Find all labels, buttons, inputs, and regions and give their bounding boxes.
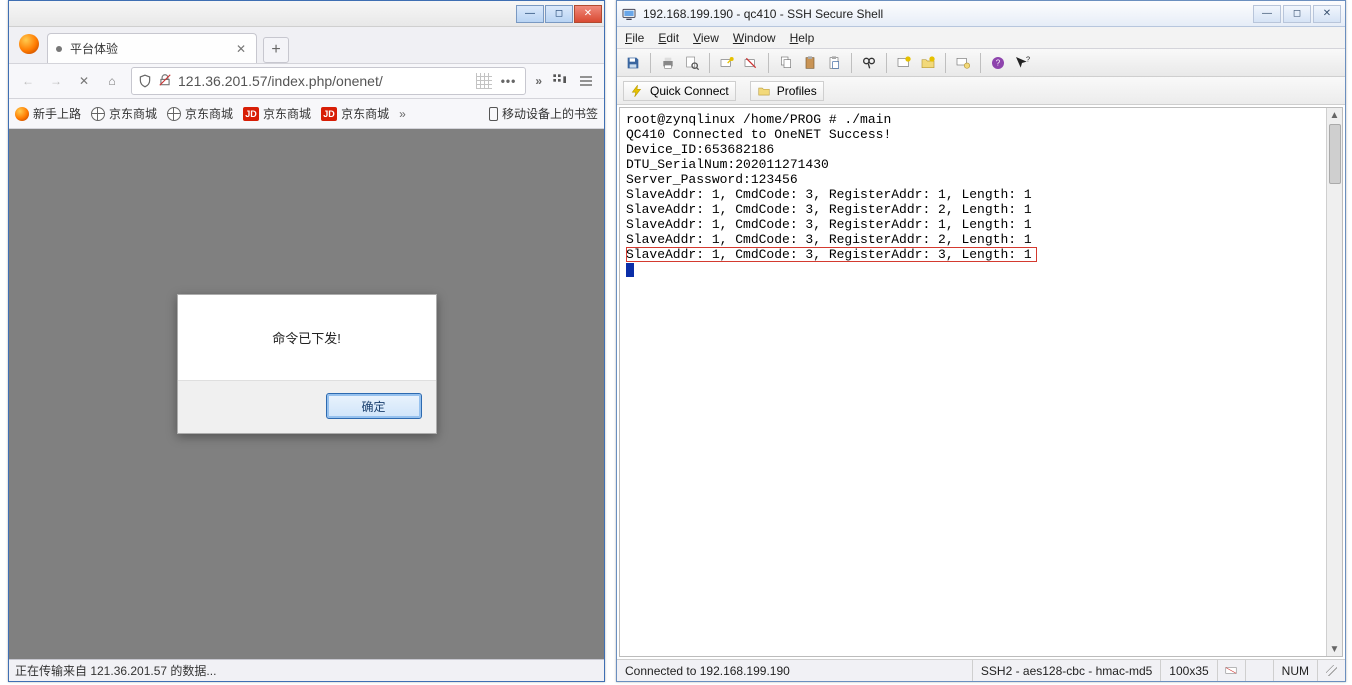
resize-grip[interactable]: [1317, 660, 1345, 681]
tab-title: 平台体验: [70, 40, 118, 57]
browser-titlebar: — ◻ ✕: [9, 1, 604, 27]
insecure-lock-icon: [158, 73, 172, 90]
mobile-icon: [489, 107, 498, 121]
qr-icon[interactable]: [476, 73, 492, 89]
bookmarks-bar: 新手上路 京东商城 京东商城 JD京东商城 JD京东商城 » 移动设备上的书签: [9, 99, 604, 129]
page-actions-icon[interactable]: •••: [498, 74, 520, 88]
jd-icon: JD: [243, 107, 259, 121]
copy-icon[interactable]: [776, 53, 796, 73]
disconnect-icon[interactable]: [741, 53, 761, 73]
terminal-output[interactable]: root@zynqlinux /home/PROG # ./main QC410…: [620, 108, 1326, 656]
dialog-message: 命令已下发!: [178, 295, 436, 381]
menu-file[interactable]: File: [625, 31, 644, 45]
settings-icon[interactable]: [953, 53, 973, 73]
profiles-button[interactable]: Profiles: [750, 81, 824, 101]
status-cipher: SSH2 - aes128-cbc - hmac-md5: [972, 660, 1160, 681]
url-box[interactable]: 121.36.201.57/index.php/onenet/ •••: [131, 67, 526, 95]
quick-connect-button[interactable]: Quick Connect: [623, 81, 736, 101]
minimize-button[interactable]: —: [516, 5, 544, 23]
browser-window: — ◻ ✕ 平台体验 ✕ + ← → ✕ ⌂ 121.36.201.57/ind…: [8, 0, 605, 682]
status-num: NUM: [1273, 660, 1317, 681]
jd-icon: JD: [321, 107, 337, 121]
url-text: 121.36.201.57/index.php/onenet/: [178, 73, 383, 89]
address-bar: ← → ✕ ⌂ 121.36.201.57/index.php/onenet/ …: [9, 63, 604, 99]
save-icon[interactable]: [623, 53, 643, 73]
tab-strip: 平台体验 ✕ +: [9, 27, 604, 63]
home-button[interactable]: ⌂: [99, 68, 125, 94]
scroll-thumb[interactable]: [1329, 124, 1341, 184]
close-button[interactable]: ✕: [574, 5, 602, 23]
bookmark-jd-4[interactable]: JD京东商城: [321, 105, 389, 122]
browser-tab[interactable]: 平台体验 ✕: [47, 33, 257, 63]
help-icon[interactable]: ?: [988, 53, 1008, 73]
maximize-button[interactable]: ◻: [1283, 5, 1311, 23]
scrollbar[interactable]: ▲ ▼: [1326, 108, 1342, 656]
forward-button[interactable]: →: [43, 68, 69, 94]
connect-icon[interactable]: [717, 53, 737, 73]
bookmark-jd-1[interactable]: 京东商城: [91, 105, 157, 122]
status-connected: Connected to 192.168.199.190: [617, 660, 917, 681]
print-preview-icon[interactable]: [682, 53, 702, 73]
shield-icon: [138, 74, 152, 88]
scroll-up-icon[interactable]: ▲: [1328, 108, 1342, 122]
bookmark-jd-3[interactable]: JD京东商城: [243, 105, 311, 122]
new-file-transfer-icon[interactable]: [918, 53, 938, 73]
close-button[interactable]: ✕: [1313, 5, 1341, 23]
ssh-toolbar: ? ?: [617, 49, 1345, 77]
menu-window[interactable]: Window: [733, 31, 776, 45]
bookmark-getting-started[interactable]: 新手上路: [15, 105, 81, 122]
svg-text:?: ?: [1026, 55, 1030, 64]
ok-button[interactable]: 确定: [326, 393, 422, 419]
ssh-status-bar: Connected to 192.168.199.190 SSH2 - aes1…: [617, 659, 1345, 681]
browser-status-bar: 正在传输来自 121.36.201.57 的数据...: [9, 659, 604, 681]
paste-icon[interactable]: [800, 53, 820, 73]
bookmark-jd-2[interactable]: 京东商城: [167, 105, 233, 122]
stop-button[interactable]: ✕: [71, 68, 97, 94]
terminal-area: root@zynqlinux /home/PROG # ./main QC410…: [619, 107, 1343, 657]
bookmark-overflow-icon[interactable]: »: [399, 107, 406, 121]
tab-close-icon[interactable]: ✕: [234, 42, 248, 56]
whatsthis-icon[interactable]: ?: [1012, 53, 1032, 73]
library-icon[interactable]: [548, 69, 572, 93]
ssh-menubar: File Edit View Window Help: [617, 27, 1345, 49]
new-terminal-icon[interactable]: [894, 53, 914, 73]
maximize-button[interactable]: ◻: [545, 5, 573, 23]
page-content: 命令已下发! 确定: [9, 129, 604, 659]
firefox-icon: [19, 34, 39, 54]
bookmark-mobile[interactable]: 移动设备上的书签: [489, 105, 598, 122]
print-icon[interactable]: [658, 53, 678, 73]
ssh-quickbar: Quick Connect Profiles: [617, 77, 1345, 105]
globe-icon: [167, 107, 181, 121]
menu-icon[interactable]: [574, 69, 598, 93]
alert-dialog: 命令已下发! 确定: [177, 294, 437, 434]
new-tab-button[interactable]: +: [263, 37, 289, 63]
minimize-button[interactable]: —: [1253, 5, 1281, 23]
menu-help[interactable]: Help: [790, 31, 815, 45]
clipboard-icon[interactable]: [824, 53, 844, 73]
menu-view[interactable]: View: [693, 31, 719, 45]
globe-icon: [91, 107, 105, 121]
svg-text:?: ?: [996, 58, 1001, 67]
firefox-icon: [15, 107, 29, 121]
back-button[interactable]: ←: [15, 68, 41, 94]
find-icon[interactable]: [859, 53, 879, 73]
status-text: 正在传输来自 121.36.201.57 的数据...: [15, 662, 216, 679]
status-indicator-1: [1217, 660, 1245, 681]
ssh-title: 192.168.199.190 - qc410 - SSH Secure She…: [643, 7, 883, 21]
ssh-titlebar: 192.168.199.190 - qc410 - SSH Secure She…: [617, 1, 1345, 27]
folder-icon: [757, 84, 771, 98]
ssh-app-icon: [621, 6, 637, 22]
lightning-icon: [630, 84, 644, 98]
status-size: 100x35: [1160, 660, 1216, 681]
chevrons-icon[interactable]: »: [532, 74, 546, 88]
status-indicator-2: [1245, 660, 1273, 681]
tab-loading-icon: [56, 46, 62, 52]
ssh-window: 192.168.199.190 - qc410 - SSH Secure She…: [616, 0, 1346, 682]
scroll-down-icon[interactable]: ▼: [1328, 642, 1342, 656]
menu-edit[interactable]: Edit: [658, 31, 679, 45]
